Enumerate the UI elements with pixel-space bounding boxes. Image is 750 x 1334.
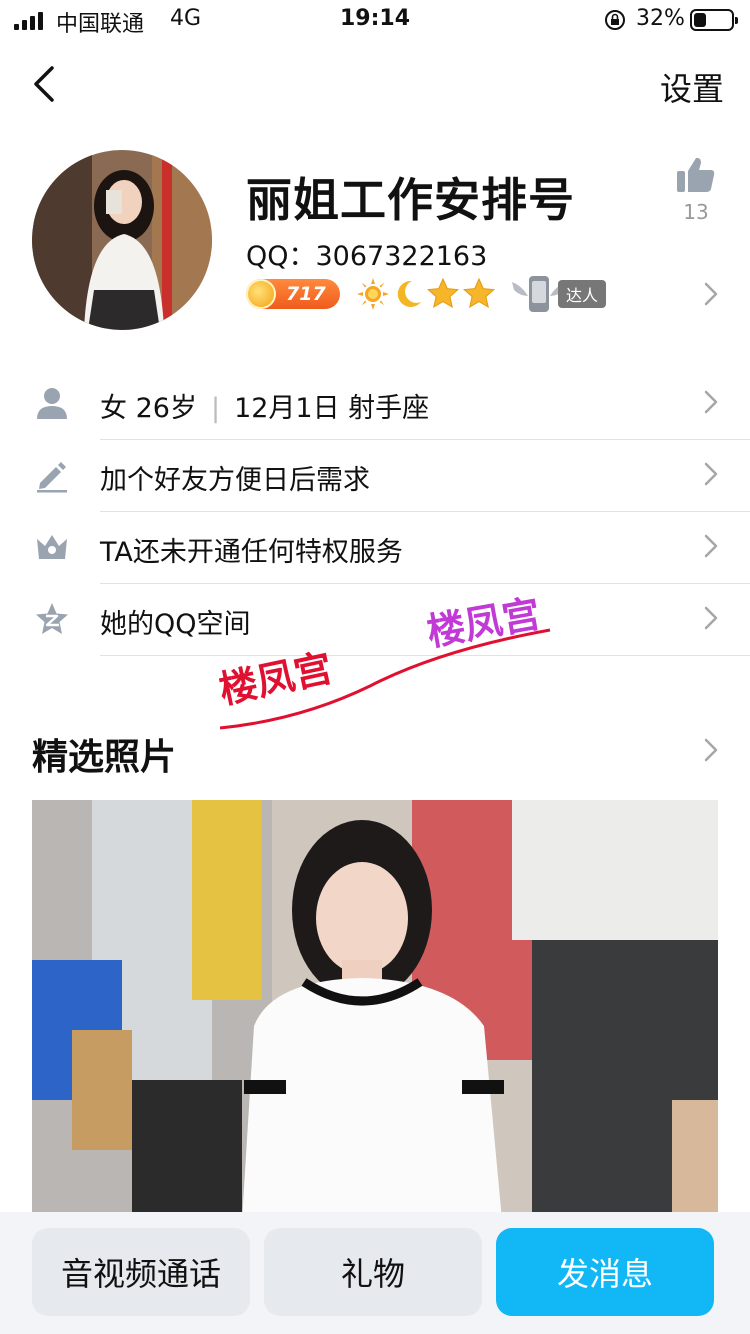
like-count: 13 [683, 200, 709, 224]
featured-photo[interactable] [32, 800, 718, 1220]
badge-row[interactable]: 717 达人 [246, 272, 607, 316]
qzone-star-icon [36, 603, 68, 634]
video-call-button[interactable]: 音视频通话 [32, 1228, 250, 1316]
level-badge: 717 [246, 279, 340, 309]
qq-number: QQ：3067322163 [246, 241, 488, 272]
rotation-lock-icon [605, 10, 625, 30]
list-item-basic-info[interactable]: 女 26岁 | 12月1日 射手座 [0, 368, 750, 440]
pen-icon [37, 462, 67, 493]
talent-label: 达人 [558, 280, 607, 308]
send-message-button[interactable]: 发消息 [496, 1228, 714, 1316]
like-button[interactable]: 13 [672, 156, 720, 224]
moon-icon [397, 280, 421, 307]
level-icons [356, 277, 496, 311]
gender-age: 女 26岁 [100, 393, 197, 424]
chevron-right-icon[interactable] [704, 282, 718, 306]
chevron-right-icon[interactable] [704, 738, 718, 762]
level-number: 717 [286, 283, 326, 305]
status-bar: 中国联通 4G 19:14 32% [0, 0, 750, 40]
star-icon [427, 277, 459, 309]
person-icon [37, 388, 67, 419]
divider: | [210, 393, 221, 424]
crown-icon [37, 535, 67, 559]
avatar[interactable] [32, 150, 212, 330]
birthday-zodiac: 12月1日 射手座 [234, 393, 430, 424]
settings-button[interactable]: 设置 [660, 64, 724, 110]
coin-icon [246, 279, 276, 309]
signature-text: 加个好友方便日后需求 [100, 465, 370, 496]
talent-badge: 达人 [510, 272, 607, 316]
chevron-right-icon [704, 390, 718, 414]
nickname: 丽姐工作安排号 [246, 173, 575, 227]
list-item-signature[interactable]: 加个好友方便日后需求 [0, 440, 750, 512]
star-icon [463, 277, 495, 309]
back-button[interactable] [28, 62, 68, 106]
list-item-privilege[interactable]: TA还未开通任何特权服务 [0, 512, 750, 584]
chevron-right-icon [704, 534, 718, 558]
section-title-photos: 精选照片 [32, 737, 177, 778]
watermark: 楼凤宫 楼凤宫 [210, 590, 570, 740]
thumbs-up-icon [677, 157, 715, 192]
chevron-right-icon [704, 462, 718, 486]
bottom-action-bar: 音视频通话 礼物 发消息 [0, 1212, 750, 1334]
battery-percent: 32% [636, 6, 685, 31]
chevron-right-icon [704, 606, 718, 630]
privilege-text: TA还未开通任何特权服务 [100, 537, 403, 568]
gift-button[interactable]: 礼物 [264, 1228, 482, 1316]
sun-icon [357, 278, 389, 310]
battery-icon [690, 9, 738, 31]
